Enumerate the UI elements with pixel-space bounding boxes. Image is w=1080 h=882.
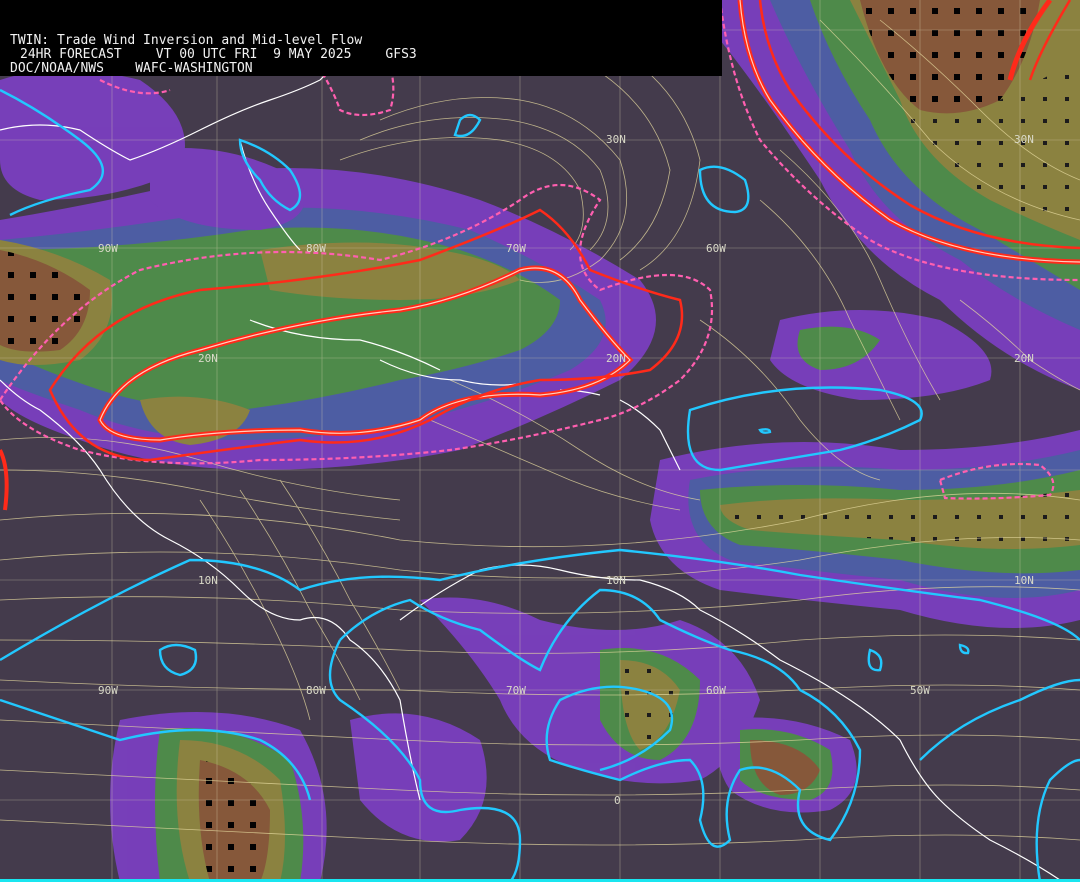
- lat-label: 20N: [1014, 352, 1034, 365]
- forecast-info: 24HR FORECAST VT 00 UTC FRI 9 MAY 2025 GFS…: [20, 48, 451, 61]
- lon-label: 80W: [306, 242, 326, 255]
- center-name: WAFC-WASHINGTON: [135, 61, 253, 76]
- lat-label: 10N: [1014, 574, 1034, 587]
- lat-label: 20N: [606, 352, 626, 365]
- lon-label: 60W: [706, 684, 726, 697]
- valid-time: VT 00 UTC FRI 9 MAY 2025: [155, 47, 352, 62]
- forecast-hour: 24HR FORECAST: [20, 47, 122, 62]
- lat-label: 10N: [606, 574, 626, 587]
- lon-label: 60W: [706, 242, 726, 255]
- lat-label: 10N: [198, 574, 218, 587]
- twin-forecast-map: 30N 30N 20N 20N 20N 10N 10N 10N 0 90W 80…: [0, 0, 1080, 882]
- lon-label: 50W: [910, 684, 930, 697]
- chart-header: TWIN: Trade Wind Inversion and Mid-level…: [0, 0, 722, 76]
- lat-label: 30N: [606, 133, 626, 146]
- lat-label: 0: [614, 794, 621, 807]
- agency-line: DOC/NOAA/NWS WAFC-WASHINGTON: [10, 62, 253, 75]
- lon-label: 90W: [98, 684, 118, 697]
- lon-label: 80W: [306, 684, 326, 697]
- chart-title: TWIN: Trade Wind Inversion and Mid-level…: [10, 33, 363, 48]
- model-name: GFS3: [385, 47, 417, 62]
- lon-label: 70W: [506, 242, 526, 255]
- lon-label: 70W: [506, 684, 526, 697]
- lat-label: 20N: [198, 352, 218, 365]
- map-canvas: 30N 30N 20N 20N 20N 10N 10N 10N 0 90W 80…: [0, 0, 1080, 882]
- agency: DOC/NOAA/NWS: [10, 61, 104, 76]
- lon-label: 90W: [98, 242, 118, 255]
- lat-label: 30N: [1014, 133, 1034, 146]
